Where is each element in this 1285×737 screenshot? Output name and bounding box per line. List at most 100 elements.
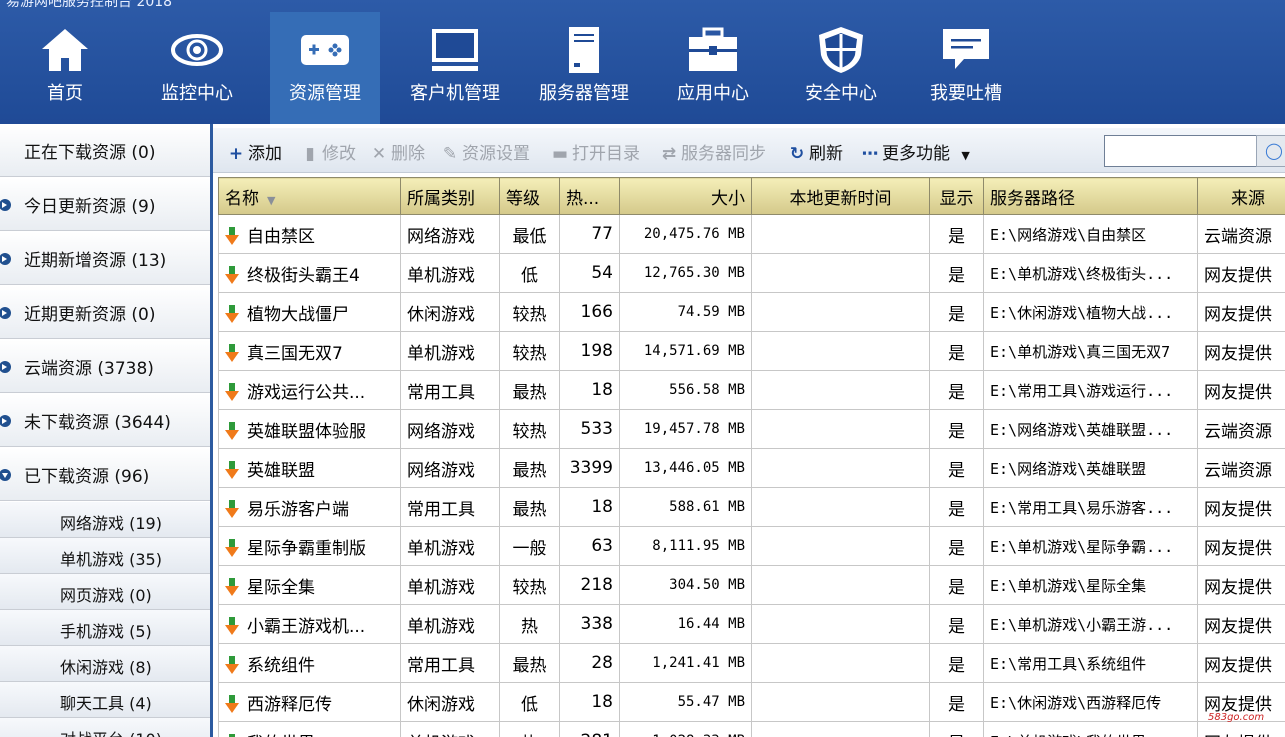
table-row[interactable]: 星际争霸重制版 单机游戏 一般 63 8,111.95 MB 是 E:\单机游戏\星际争霸.…: [218, 526, 1285, 566]
sidebar-subitem-label: 聊天工具 (4): [60, 694, 152, 713]
nav-item-chat[interactable]: 我要吐槽: [906, 12, 1026, 124]
column-header-show[interactable]: 显示: [929, 177, 984, 215]
search-button[interactable]: ◯: [1256, 135, 1285, 167]
sidebar-category[interactable]: 已下载资源 (96): [0, 448, 210, 501]
column-header-name[interactable]: 名称 ▼: [218, 177, 401, 215]
add-button[interactable]: + 添加: [227, 139, 282, 164]
resource-name: 真三国无双7: [247, 343, 343, 364]
more-functions-button[interactable]: ⋯ 更多功能 ▼: [861, 139, 970, 164]
sidebar-subitem[interactable]: 网页游戏 (0): [0, 574, 210, 610]
table-row[interactable]: 西游释厄传 休闲游戏低 18 55.47 MB 是 E:\休闲游戏\西游释厄传 网友提供: [218, 682, 1285, 722]
sidebar-subitem[interactable]: 单机游戏 (35): [0, 538, 210, 574]
cell-show: 是: [929, 565, 984, 605]
table-row[interactable]: 易乐游客户端 常用工具 最热 18 588.61 MB 是 E:\常用工具\易乐游客... 网…: [218, 487, 1285, 527]
resource-name: 英雄联盟体验服: [247, 421, 366, 442]
cell-size: 74.59 MB: [619, 292, 752, 332]
cell-local-update-time: [751, 292, 930, 332]
table-row[interactable]: 游戏运行公共... 常用工具 最热 18 556.58 MB 是 E:\常用工具\游戏运行.…: [218, 370, 1285, 410]
cell-level: 低: [499, 682, 560, 722]
cell-local-update-time: [751, 682, 930, 722]
nav-item-monitor[interactable]: 客户机管理: [390, 12, 520, 124]
download-arrow-icon: [225, 226, 239, 246]
cell-server-path: E:\常用工具\系统组件: [983, 643, 1198, 683]
sidebar-category[interactable]: 近期更新资源 (0): [0, 286, 210, 339]
cell-size: 12,765.30 MB: [619, 253, 752, 293]
cell-source: 网友提供: [1197, 487, 1285, 527]
sidebar: 正在下载资源 (0) 今日更新资源 (9) 近期新增资源 (13) 近期更新资源 (0…: [0, 124, 213, 737]
table-row[interactable]: 星际全集 单机游戏 较热 218 304.50 MB 是 E:\单机游戏\星际全集 网友提供: [218, 565, 1285, 605]
column-header-size[interactable]: 大小: [619, 177, 752, 215]
toolbox-icon: [686, 25, 740, 75]
delete-button[interactable]: ✕ 删除: [370, 139, 425, 164]
nav-item-shield[interactable]: 安全中心: [776, 12, 906, 124]
sidebar-subitem[interactable]: 网络游戏 (19): [0, 502, 210, 538]
sidebar-category-label: 云端资源 (3738): [24, 359, 154, 379]
search-input[interactable]: [1104, 135, 1258, 167]
cell-category: 单机游戏: [400, 721, 500, 737]
cell-server-path: E:\休闲游戏\植物大战...: [983, 292, 1198, 332]
table-row[interactable]: 英雄联盟体验服 网络游戏 较热 533 19,457.78 MB 是 E:\网络游戏\英雄联…: [218, 409, 1285, 449]
column-header-source[interactable]: 来源: [1197, 177, 1285, 215]
server-icon: [557, 25, 611, 75]
cell-source: 云端资源: [1197, 409, 1285, 449]
cell-server-path: E:\网络游戏\英雄联盟...: [983, 409, 1198, 449]
sidebar-subitem[interactable]: 手机游戏 (5): [0, 610, 210, 646]
sidebar-category[interactable]: 未下载资源 (3644): [0, 394, 210, 447]
table-row[interactable]: 系统组件 常用工具 最热 28 1,241.41 MB 是 E:\常用工具\系统组件 网友提供: [218, 643, 1285, 683]
sidebar-category[interactable]: 正在下载资源 (0): [0, 124, 210, 177]
window-title: 易游网吧服务控制台 2018: [6, 0, 173, 10]
sidebar-category[interactable]: 近期新增资源 (13): [0, 232, 210, 285]
open-directory-button[interactable]: ▬ 打开目录: [551, 139, 640, 164]
wrench-icon: ✎: [442, 144, 458, 164]
edit-button[interactable]: ▮ 修改: [301, 139, 356, 164]
sidebar-category[interactable]: 云端资源 (3738): [0, 340, 210, 393]
cell-server-path: E:\单机游戏\小霸王游...: [983, 604, 1198, 644]
column-header-server-path[interactable]: 服务器路径: [983, 177, 1198, 215]
shield-icon: [814, 25, 868, 75]
cell-local-update-time: [751, 370, 930, 410]
column-header-category[interactable]: 所属类别: [400, 177, 500, 215]
table-row[interactable]: 小霸王游戏机... 单机游戏热 338 16.44 MB 是 E:\单机游戏\小霸王游..…: [218, 604, 1285, 644]
cell-server-path: E:\单机游戏\我的世界: [983, 721, 1198, 737]
cell-size: 588.61 MB: [619, 487, 752, 527]
cell-server-path: E:\单机游戏\真三国无双7: [983, 331, 1198, 371]
cell-heat: 18: [559, 682, 620, 722]
sidebar-subitem[interactable]: 对战平台 (10): [0, 718, 210, 737]
table-row[interactable]: 英雄联盟 网络游戏 最热 3399 13,446.05 MB 是 E:\网络游戏\英雄联盟云…: [218, 448, 1285, 488]
refresh-button[interactable]: ↻ 刷新: [788, 139, 843, 164]
table-row[interactable]: 自由禁区 网络游戏 最低 77 20,475.76 MB 是 E:\网络游戏\自由禁区 云端资…: [218, 214, 1285, 254]
sidebar-subitem-label: 休闲游戏 (8): [60, 658, 152, 677]
cell-size: 20,475.76 MB: [619, 214, 752, 254]
cell-size: 1,028.33 MB: [619, 721, 752, 737]
sidebar-category[interactable]: 今日更新资源 (9): [0, 178, 210, 231]
ellipsis-icon: ⋯: [861, 144, 879, 164]
cell-level: 热: [499, 721, 560, 737]
table-row[interactable]: 我的世界 单机游戏热2811,028.33 MB 是E:\单机游戏\我的世界网友提供: [218, 721, 1285, 737]
sidebar-subitem[interactable]: 休闲游戏 (8): [0, 646, 210, 682]
table-row[interactable]: 真三国无双7 单机游戏 较热 198 14,571.69 MB 是 E:\单机游戏\真三国无…: [218, 331, 1285, 371]
cell-local-update-time: [751, 721, 930, 737]
cell-show: 是: [929, 409, 984, 449]
resource-settings-button[interactable]: ✎ 资源设置: [441, 139, 530, 164]
nav-item-home[interactable]: 首页: [0, 12, 130, 124]
nav-item-gamepad[interactable]: 资源管理: [270, 12, 380, 124]
column-header-heat[interactable]: 热...: [559, 177, 620, 215]
nav-item-server[interactable]: 服务器管理: [522, 12, 646, 124]
cell-level: 热: [499, 604, 560, 644]
table-row[interactable]: 植物大战僵尸 休闲游戏 较热 166 74.59 MB 是 E:\休闲游戏\植物大战... 网…: [218, 292, 1285, 332]
nav-item-toolbox[interactable]: 应用中心: [650, 12, 776, 124]
column-header-level[interactable]: 等级: [499, 177, 560, 215]
cell-name: 西游释厄传: [218, 682, 401, 722]
server-sync-button[interactable]: ⇄ 服务器同步: [660, 139, 766, 164]
cell-show: 是: [929, 643, 984, 683]
plus-icon: +: [228, 144, 244, 164]
sidebar-subitem-label: 手机游戏 (5): [60, 622, 152, 641]
table-row[interactable]: 终极街头霸王4 单机游戏低 54 12,765.30 MB 是 E:\单机游戏\终极街头.…: [218, 253, 1285, 293]
toolbar: + 添加 ▮ 修改 ✕ 删除 ✎ 资源设置 ▬ 打开目录 ⇄ 服务器同步 ↻ 刷新 ⋯ 更多功能…: [213, 128, 1285, 173]
sort-down-icon: ▼: [267, 193, 276, 207]
cell-source: 网友提供: [1197, 253, 1285, 293]
cell-category: 休闲游戏: [400, 682, 500, 722]
nav-item-eye[interactable]: 监控中心: [130, 12, 264, 124]
column-header-local-update-time[interactable]: 本地更新时间: [751, 177, 930, 215]
sidebar-subitem[interactable]: 聊天工具 (4): [0, 682, 210, 718]
